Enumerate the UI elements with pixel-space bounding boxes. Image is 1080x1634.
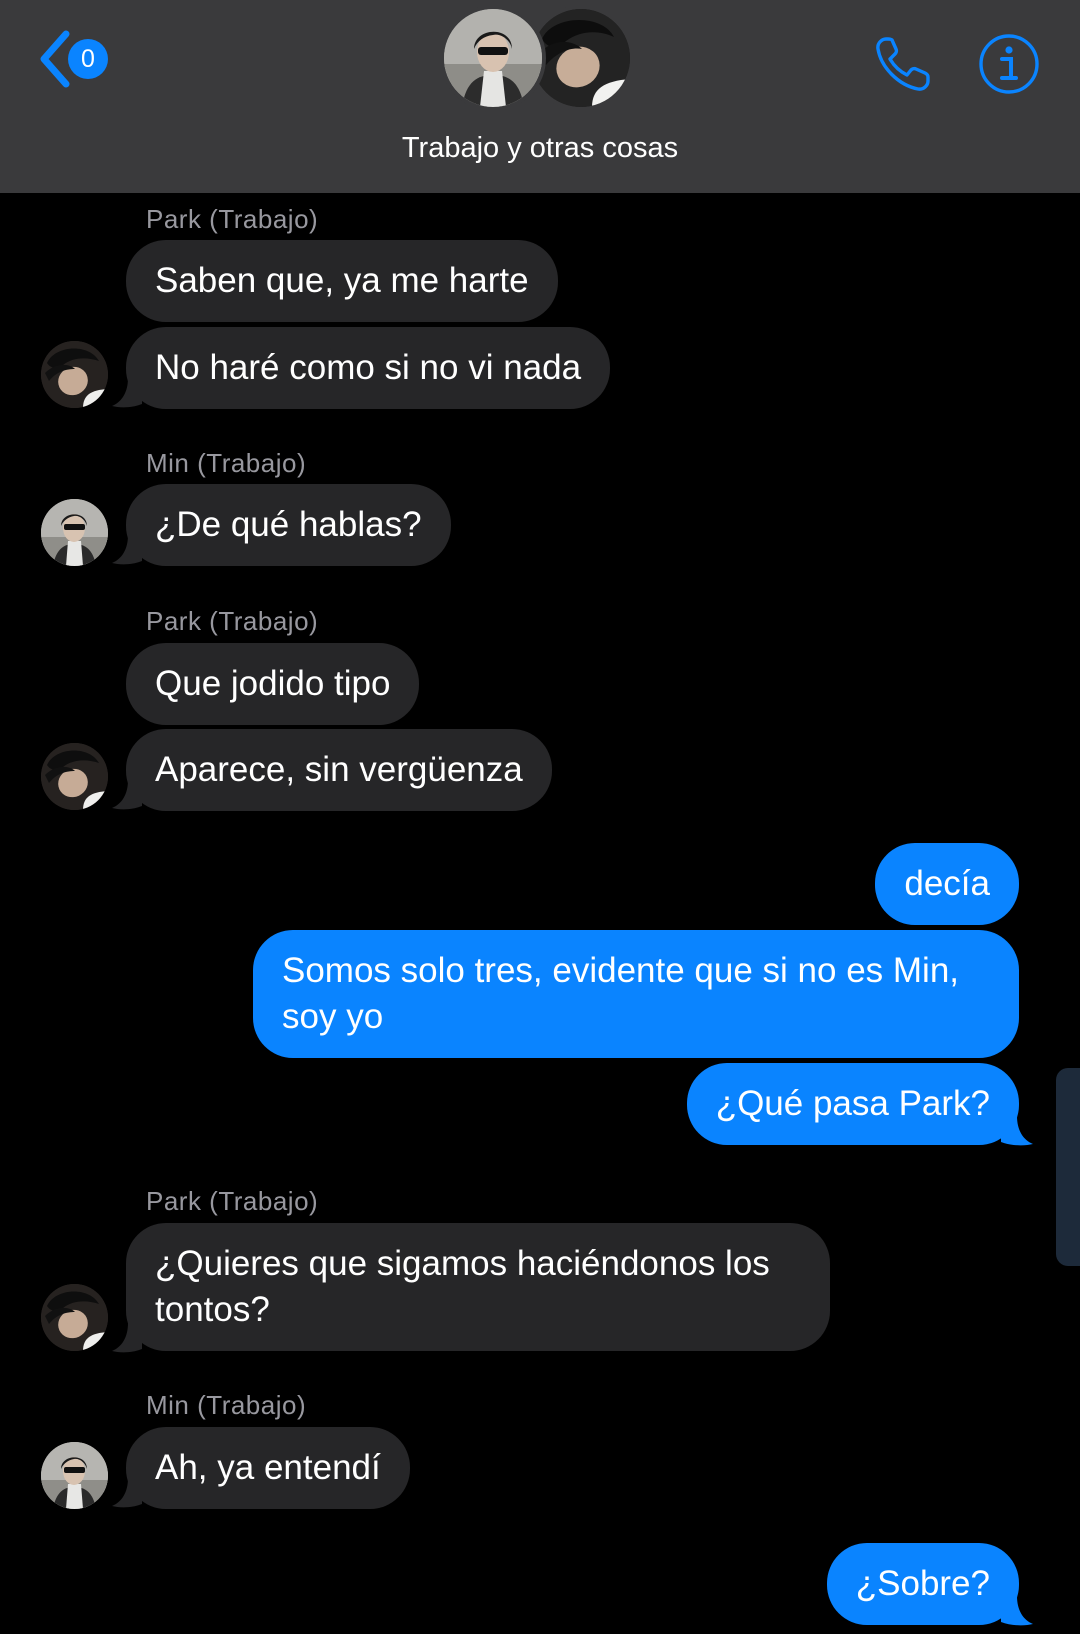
incoming-message[interactable]: No haré como si no vi nada	[126, 327, 611, 409]
sender-name: Min (Trabajo)	[146, 448, 307, 478]
avatar-park[interactable]	[41, 1284, 108, 1351]
group-avatars[interactable]	[440, 5, 640, 115]
message-line: ¿Quieres que sigamos haciéndonos los	[155, 1244, 770, 1283]
sender-name: Min (Trabajo)	[146, 1390, 307, 1420]
incoming-message[interactable]: Aparece, sin vergüenza	[126, 729, 552, 811]
incoming-message[interactable]: Saben que, ya me harte	[126, 240, 558, 322]
incoming-message[interactable]: Que jodido tipo	[126, 643, 420, 725]
message-line: soy yo	[282, 997, 384, 1036]
bubble-tail	[112, 1478, 142, 1508]
outgoing-message[interactable]: ¿Qué pasa Park?	[686, 1063, 1019, 1145]
bubble-tail	[1001, 1116, 1033, 1146]
incoming-message[interactable]: ¿Quieres que sigamos haciéndonos los ton…	[126, 1223, 830, 1351]
avatar-park[interactable]	[41, 341, 108, 408]
bubble-tail	[112, 1323, 142, 1353]
bubble-tail	[112, 378, 142, 408]
bubble-tail	[112, 535, 142, 565]
outgoing-message[interactable]: decía	[875, 843, 1019, 925]
unread-count-badge: 0	[68, 39, 108, 79]
back-button[interactable]: 0	[36, 30, 108, 88]
bubble-tail	[1001, 1596, 1033, 1626]
avatar-min[interactable]	[41, 1442, 108, 1509]
bubble-tail	[112, 780, 142, 810]
message-line: Somos solo tres, evidente que si no es M…	[282, 951, 960, 990]
outgoing-message[interactable]: Somos solo tres, evidente que si no es M…	[253, 930, 1019, 1058]
sender-name: Park (Trabajo)	[146, 606, 319, 636]
group-name[interactable]: Trabajo y otras cosas	[0, 132, 1080, 165]
scrollbar[interactable]	[1056, 1068, 1080, 1266]
incoming-message[interactable]: Ah, ya entendí	[126, 1427, 410, 1509]
conversation-header: 0 Trabajo y otras cosas	[0, 0, 1080, 193]
message-line: tontos?	[155, 1290, 270, 1329]
incoming-message[interactable]: ¿De qué hablas?	[126, 484, 451, 566]
chat-screen: 0 Trabajo y otras cosas Park (Trabajo) S…	[0, 0, 1080, 1634]
phone-icon[interactable]	[872, 33, 934, 95]
avatar-park[interactable]	[41, 743, 108, 810]
outgoing-message[interactable]: ¿Sobre?	[826, 1543, 1019, 1625]
sender-name: Park (Trabajo)	[146, 1186, 319, 1216]
sender-name: Park (Trabajo)	[146, 204, 319, 234]
avatar-min	[440, 5, 546, 111]
chevron-left-icon	[40, 30, 70, 88]
avatar-min[interactable]	[41, 499, 108, 566]
info-icon[interactable]	[978, 33, 1040, 95]
